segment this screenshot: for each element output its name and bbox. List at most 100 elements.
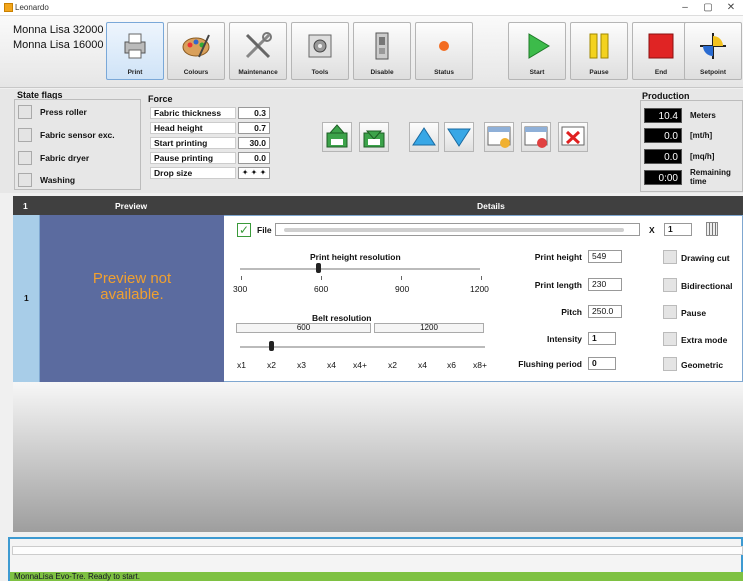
maximize-button[interactable]: ▢ (697, 1, 719, 15)
setpoint-icon (700, 33, 726, 59)
flag-label: Press roller (40, 107, 87, 117)
machine-name-2: Monna Lisa 16000 (13, 39, 104, 51)
flag-fabric-dryer[interactable]: Fabric dryer (18, 150, 138, 166)
flushing-period-stepper[interactable]: 0 (588, 357, 616, 370)
maintenance-button[interactable]: Maintenance (229, 22, 287, 80)
copies-x-label: X (649, 225, 655, 235)
job-row-number-cell[interactable]: 1 (13, 215, 40, 382)
pause-printing-input[interactable]: 0.0 (238, 152, 270, 164)
remove-job-button[interactable] (521, 122, 551, 152)
belt-tick-x1: x1 (237, 360, 246, 370)
colours-button[interactable]: Colours (167, 22, 225, 80)
print-height-label: Print height (534, 252, 582, 262)
status-button[interactable]: Status (415, 22, 473, 80)
maintenance-label: Maintenance (238, 69, 278, 76)
head-height-input[interactable]: 0.7 (238, 122, 270, 134)
resolution-slider-thumb[interactable] (316, 263, 321, 273)
bidirectional-label: Bidirectional (681, 281, 733, 291)
flag-fabric-sensor[interactable]: Fabric sensor exc. (18, 127, 138, 143)
pause-printing-label: Pause printing (150, 152, 236, 164)
geometric-label: Geometric (681, 360, 724, 370)
colours-label: Colours (183, 69, 209, 76)
mqh-label: [mq/h] (690, 152, 715, 161)
progress-bar (12, 546, 743, 555)
pause-checkbox[interactable] (663, 305, 677, 319)
setpoint-button[interactable]: Setpoint (684, 22, 742, 80)
pause-option-label: Pause (681, 308, 707, 318)
add-job-button[interactable] (484, 122, 514, 152)
belt-tick-x2: x2 (267, 360, 276, 370)
disable-icon (375, 32, 389, 60)
pitch-label: Pitch (561, 307, 582, 317)
drop-medium-icon[interactable]: ✦ (251, 168, 258, 177)
status-message: MonnaLisa Evo-Tre. Ready to start. (14, 572, 140, 581)
fabric-thickness-label: Fabric thickness (150, 107, 236, 119)
flag-washing[interactable]: Washing (18, 172, 138, 188)
drop-small-icon[interactable]: ✦ (242, 168, 249, 177)
delete-all-button[interactable] (558, 122, 588, 152)
file-label: File (257, 225, 272, 235)
flushing-period-label: Flushing period (518, 359, 582, 369)
belt-slider-thumb[interactable] (269, 341, 274, 351)
drawing-cut-checkbox[interactable] (663, 250, 677, 264)
load-up-button[interactable] (322, 122, 352, 152)
belt-tick-x6: x6 (447, 360, 456, 370)
flag-checkbox[interactable] (18, 173, 32, 187)
flag-checkbox[interactable] (18, 105, 32, 119)
load-down-button[interactable] (359, 122, 389, 152)
triangle-down-icon (447, 128, 471, 147)
stop-icon (648, 33, 674, 59)
belt-resolution-label: Belt resolution (312, 313, 372, 323)
resolution-slider-track[interactable] (240, 268, 480, 270)
minimize-button[interactable]: – (674, 1, 696, 15)
pause-button[interactable]: Pause (570, 22, 628, 80)
fabric-thickness-input[interactable]: 0.3 (238, 107, 270, 119)
extra-mode-checkbox[interactable] (663, 332, 677, 346)
flag-press-roller[interactable]: Press roller (18, 104, 138, 120)
col-preview: Preview (115, 201, 148, 211)
columns-icon[interactable] (706, 222, 718, 236)
resolution-tick (401, 276, 402, 280)
force-title: Force (148, 94, 173, 104)
belt-slider-track[interactable] (240, 346, 485, 348)
end-button[interactable]: End (632, 22, 690, 80)
belt-600-group: 600 (236, 323, 371, 333)
mth-display: 0.0 (644, 128, 682, 143)
start-printing-input[interactable]: 30.0 (238, 137, 270, 149)
move-down-button[interactable] (444, 122, 474, 152)
tools-icon (308, 34, 332, 58)
intensity-stepper[interactable]: 1 (588, 332, 616, 345)
print-height-input[interactable]: 549 (588, 250, 622, 263)
close-button[interactable]: ✕ (720, 1, 742, 15)
print-length-input[interactable]: 230 (588, 278, 622, 291)
flag-label: Fabric sensor exc. (40, 130, 115, 140)
machine-list: Monna Lisa 32000 Monna Lisa 16000 (13, 23, 104, 53)
disable-button[interactable]: Disable (353, 22, 411, 80)
print-button[interactable]: Print (106, 22, 164, 80)
delete-icon (561, 126, 585, 146)
status-dot-icon (439, 41, 449, 51)
belt-tick-x2b: x2 (388, 360, 397, 370)
bidirectional-checkbox[interactable] (663, 278, 677, 292)
flag-checkbox[interactable] (18, 151, 32, 165)
file-path-field[interactable] (275, 223, 640, 236)
flag-label: Fabric dryer (40, 153, 90, 163)
title-bar (0, 0, 743, 16)
belt-tick-x8plus: x8+ (473, 360, 487, 370)
drop-size-selector[interactable]: ✦ ✦ ✦ (238, 167, 270, 179)
geometric-checkbox[interactable] (663, 357, 677, 371)
flag-checkbox[interactable] (18, 128, 32, 142)
print-label: Print (127, 69, 143, 76)
drop-large-icon[interactable]: ✦ (260, 168, 267, 177)
start-button[interactable]: Start (508, 22, 566, 80)
pitch-input[interactable]: 250.0 (588, 305, 622, 318)
drop-size-label: Drop size (150, 167, 236, 179)
flag-label: Washing (40, 175, 76, 185)
tools-button[interactable]: Tools (291, 22, 349, 80)
blurred-file-path (284, 228, 624, 232)
mqh-display: 0.0 (644, 149, 682, 164)
move-up-button[interactable] (409, 122, 439, 152)
remaining-time-display: 0:00 (644, 170, 682, 185)
file-checkbox[interactable]: ✓ (237, 223, 251, 237)
copies-stepper[interactable]: 1 (664, 223, 692, 236)
